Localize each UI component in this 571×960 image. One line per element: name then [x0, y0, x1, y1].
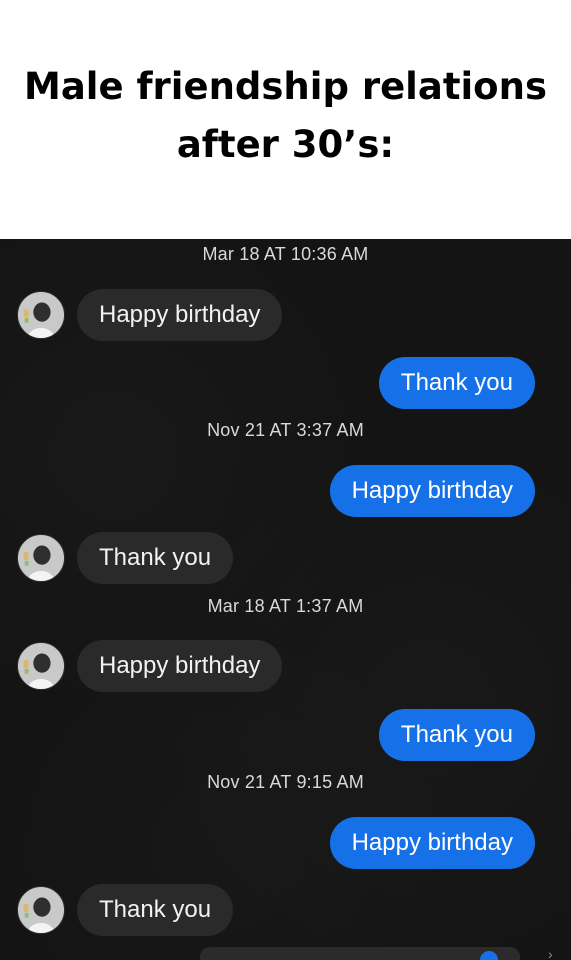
timestamp: Mar 18 AT 10:36 AM — [202, 244, 369, 264]
message-composer: › — [0, 943, 571, 960]
person-avatar-icon[interactable] — [17, 642, 65, 690]
message-bubble[interactable]: Happy birthday — [329, 465, 535, 517]
message-bubble[interactable]: Happy birthday — [329, 817, 535, 869]
message-row-outgoing: Happy birthday — [0, 465, 571, 517]
message-row-incoming: Happy birthday — [0, 640, 571, 692]
caption-line-2: after 30’s: — [176, 123, 395, 166]
message-input[interactable] — [200, 947, 520, 960]
timestamp: Nov 21 AT 9:15 AM — [207, 772, 364, 792]
chat-screenshot: Mar 18 AT 10:36 AM Happy birthday Thank … — [0, 239, 571, 960]
message-bubble[interactable]: Happy birthday — [77, 640, 283, 692]
person-avatar-icon[interactable] — [17, 886, 65, 934]
meme-page: Male friendship relations after 30’s: Ma… — [0, 0, 571, 960]
message-bubble[interactable]: Happy birthday — [77, 289, 283, 341]
person-avatar-icon[interactable] — [17, 291, 65, 339]
message-row-outgoing: Thank you — [0, 709, 571, 761]
caption-line-1: Male friendship relations — [24, 65, 547, 108]
message-bubble[interactable]: Thank you — [77, 532, 234, 584]
message-row-outgoing: Thank you — [0, 357, 571, 409]
message-bubble[interactable]: Thank you — [77, 884, 234, 936]
message-row-incoming: Thank you — [0, 532, 571, 584]
person-avatar-icon[interactable] — [17, 534, 65, 582]
message-row-outgoing: Happy birthday — [0, 817, 571, 869]
timestamp: Mar 18 AT 1:37 AM — [207, 596, 364, 616]
message-row-incoming: Thank you — [0, 884, 571, 936]
message-row-incoming: Happy birthday — [0, 289, 571, 341]
message-bubble[interactable]: Thank you — [378, 357, 535, 409]
timestamp: Nov 21 AT 3:37 AM — [207, 420, 364, 440]
meme-caption: Male friendship relations after 30’s: — [0, 58, 571, 174]
chevron-right-icon[interactable]: › — [548, 946, 553, 960]
message-bubble[interactable]: Thank you — [378, 709, 535, 761]
